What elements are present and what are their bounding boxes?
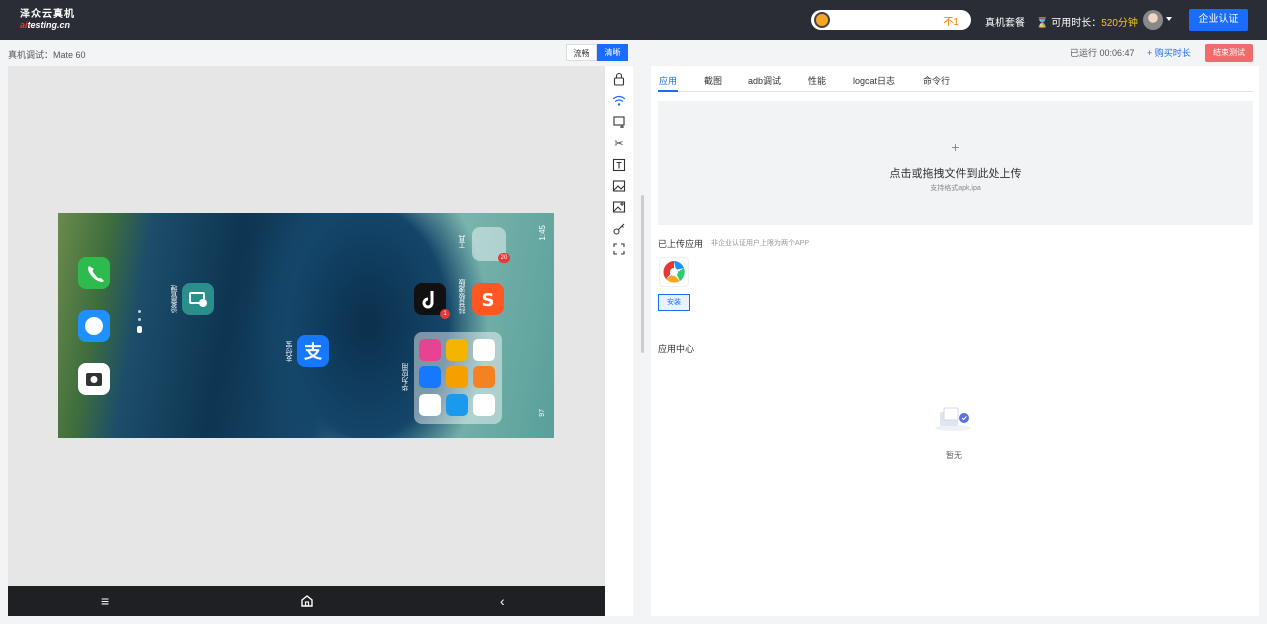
uploaded-apps-title: 已上传应用	[658, 239, 704, 249]
install-button[interactable]: 安装	[658, 294, 690, 311]
app-icon[interactable]	[473, 394, 495, 416]
plus-icon: +	[951, 139, 960, 155]
battery-level: 97	[539, 409, 546, 417]
image-icon[interactable]	[612, 179, 626, 193]
app-label: 华为应用	[402, 363, 409, 391]
empty-state-icon	[932, 404, 974, 432]
brand-logo[interactable]: 泽众云真机 aitesting.cn	[20, 9, 75, 31]
time-value: 520分钟	[1101, 18, 1138, 29]
app-label: 支付宝	[286, 341, 293, 362]
tab-apps[interactable]: 应用	[659, 74, 677, 87]
recommended-app-icon[interactable]: S	[472, 283, 504, 315]
device-title: 真机调试：Mate 60	[8, 50, 86, 60]
tab-command-line[interactable]: 命令行	[923, 74, 950, 87]
upload-instruction: 点击或拖拽文件到此处上传	[889, 168, 1022, 180]
tab-screenshot[interactable]: 截图	[704, 74, 722, 87]
upload-dropzone[interactable]: + 点击或拖拽文件到此处上传 支持格式apk,ipa	[658, 101, 1253, 225]
logo-title: 泽众云真机	[20, 9, 75, 20]
upload-format-hint: 支持格式apk,ipa	[930, 185, 981, 192]
user-avatar[interactable]	[1143, 10, 1163, 30]
tab-logcat[interactable]: logcat日志	[853, 74, 895, 87]
home-icon[interactable]	[300, 594, 314, 610]
app-icon[interactable]	[446, 366, 468, 388]
quality-smooth-button[interactable]: 流畅	[566, 44, 597, 61]
app-icon[interactable]	[419, 394, 441, 416]
chevron-down-icon[interactable]	[1166, 17, 1172, 21]
app-label: 设备管理	[171, 285, 178, 313]
tab-performance[interactable]: 性能	[808, 74, 826, 87]
search-tag: 不1	[943, 17, 959, 28]
search-avatar-icon	[814, 12, 830, 28]
menu-icon[interactable]: ≡	[101, 594, 109, 608]
empty-state-text: 暂无	[946, 451, 962, 460]
app-label: 工具	[459, 235, 466, 249]
device-toolbar: ✂	[605, 66, 633, 616]
text-icon[interactable]	[612, 158, 626, 172]
page-dot	[138, 318, 141, 321]
top-navbar: 泽众云真机 aitesting.cn 不1 真机套餐 ⌛ 可用时长：520分钟 …	[0, 0, 1267, 40]
svg-text:S: S	[482, 290, 495, 311]
app-icon[interactable]	[446, 394, 468, 416]
app-center-title: 应用中心	[658, 344, 695, 354]
running-time: 已运行 00:06:47	[1070, 48, 1135, 58]
calendar-app-icon[interactable]	[473, 339, 495, 361]
device-nav-bar: ≡ ‹	[8, 586, 605, 616]
key-icon[interactable]	[612, 222, 626, 236]
svg-text:支: 支	[303, 341, 323, 363]
app-label: 抖音极速版	[459, 279, 466, 314]
back-icon[interactable]: ‹	[500, 594, 505, 608]
phone-screen[interactable]: 设备管理 支付宝 支 华为应用 1 抖音极速版 S 工具 20 1:45 97	[58, 213, 554, 438]
fullscreen-icon[interactable]	[612, 242, 626, 256]
screen-icon[interactable]	[612, 115, 626, 129]
enterprise-auth-button[interactable]: 企业认证	[1189, 9, 1248, 31]
phone-app-icon[interactable]	[78, 257, 110, 289]
notification-badge: 20	[498, 253, 510, 263]
app-icon[interactable]	[419, 366, 441, 388]
notification-badge: 1	[440, 309, 450, 319]
logo-domain-prefix: ai	[20, 20, 28, 30]
messages-app-icon[interactable]	[78, 310, 110, 342]
time-label: 可用时长：	[1051, 18, 1102, 29]
logo-domain-suffix: testing.cn	[27, 20, 71, 30]
app-icon[interactable]	[446, 339, 468, 361]
logo-domain: aitesting.cn	[20, 20, 75, 31]
uploaded-apps-note: 非企业认证用户上限为两个APP	[711, 240, 810, 247]
image-edit-icon[interactable]	[612, 200, 626, 214]
hourglass-icon: ⌛	[1036, 18, 1049, 29]
end-test-button[interactable]: 结束测试	[1205, 44, 1253, 62]
wifi-icon[interactable]	[612, 94, 626, 108]
uploaded-app-icon[interactable]	[659, 257, 689, 287]
device-screen-area[interactable]: 设备管理 支付宝 支 华为应用 1 抖音极速版 S 工具 20 1:45 97	[8, 66, 605, 586]
app-icon[interactable]	[419, 339, 441, 361]
app-folder[interactable]	[414, 332, 502, 424]
active-tab-indicator	[658, 90, 678, 92]
scissors-icon[interactable]: ✂	[612, 137, 626, 151]
camera-app-icon[interactable]	[78, 363, 110, 395]
buy-time-link[interactable]: + 购买时长	[1147, 46, 1191, 59]
status-time: 1:45	[538, 225, 547, 241]
time-remaining: ⌛ 可用时长：520分钟	[1036, 14, 1138, 29]
device-manage-app-icon[interactable]	[182, 283, 214, 315]
page-dot	[138, 310, 141, 313]
scrollbar[interactable]	[641, 195, 644, 353]
alipay-app-icon[interactable]: 支	[297, 335, 329, 367]
plans-link[interactable]: 真机套餐	[985, 14, 1025, 29]
page-dot-active	[137, 326, 142, 333]
lock-icon[interactable]	[612, 72, 626, 86]
tab-adb[interactable]: adb调试	[748, 74, 781, 87]
app-icon[interactable]	[473, 366, 495, 388]
quality-clear-button[interactable]: 清晰	[597, 44, 628, 61]
search-input[interactable]: 不1	[811, 10, 971, 30]
tab-bar: 应用 截图 adb调试 性能 logcat日志 命令行	[658, 72, 1253, 92]
